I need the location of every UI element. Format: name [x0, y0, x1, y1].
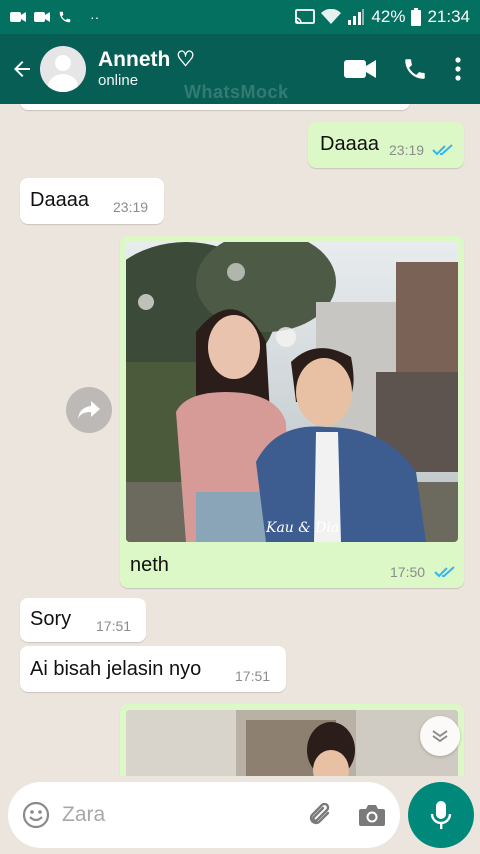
back-button[interactable]: [0, 34, 44, 104]
watermark: WhatsMock: [184, 82, 289, 102]
partial-message-bubble: [20, 104, 410, 110]
video-notification-icon: [10, 12, 26, 22]
read-ticks-icon: [432, 144, 453, 156]
mic-icon: [430, 801, 452, 829]
forward-button[interactable]: [66, 387, 112, 433]
photo-signature: Kau & Dia: [265, 520, 339, 536]
image-message-bubble[interactable]: Kau & Dia neth 17:50: [120, 236, 464, 588]
message-bubble-incoming[interactable]: Sory 17:51: [20, 598, 146, 642]
wifi-icon: [321, 9, 342, 24]
camera-icon[interactable]: [358, 803, 386, 827]
attach-icon[interactable]: [306, 800, 336, 830]
photo-image: [126, 710, 458, 776]
more-vert-icon[interactable]: [454, 57, 462, 81]
image-caption: neth: [130, 554, 169, 576]
message-text: Daaaa: [320, 133, 379, 155]
more-notifications-icon: ··: [90, 9, 100, 25]
cast-icon: [295, 9, 316, 24]
message-bubble-incoming[interactable]: Daaaa 23:19: [20, 178, 164, 224]
message-time: 17:50: [390, 564, 426, 580]
contact-name: Anneth ♡: [98, 48, 195, 71]
message-time: 23:19: [389, 142, 425, 158]
back-arrow-icon: [14, 61, 30, 77]
message-input[interactable]: Zara: [62, 803, 306, 827]
clock: 21:34: [427, 7, 470, 26]
phone-icon[interactable]: [402, 56, 428, 82]
message-time: 23:19: [113, 199, 149, 215]
photo-image: Kau & Dia: [126, 242, 458, 542]
message-bubble-incoming[interactable]: Ai bisah jelasin nyo 17:51: [20, 646, 286, 692]
battery-icon: [411, 8, 422, 26]
shared-photo[interactable]: Kau & Dia: [126, 242, 458, 542]
message-bubble-outgoing[interactable]: Daaaa 23:19: [308, 122, 464, 168]
signal-icon: [348, 9, 365, 25]
message-time: 17:51: [96, 618, 132, 634]
message-time: 17:51: [235, 668, 271, 684]
chat-area[interactable]: Daaaa 23:19 Daaaa 23:19 Kau & Dia neth 1…: [0, 104, 480, 776]
message-text: Daaaa: [30, 189, 89, 211]
message-text: Ai bisah jelasin nyo: [30, 658, 202, 680]
video-notification-icon: [34, 12, 50, 22]
read-ticks-icon: [434, 566, 455, 578]
image-message-bubble[interactable]: [120, 704, 464, 776]
message-text: Sory: [30, 608, 72, 630]
voice-message-button[interactable]: [408, 782, 474, 848]
message-input-bar[interactable]: Zara: [8, 782, 400, 848]
status-bar: ·· 42% 21:34: [0, 0, 480, 34]
emoji-icon[interactable]: [22, 801, 50, 829]
video-call-icon[interactable]: [344, 58, 376, 80]
forward-icon: [78, 401, 100, 419]
chevron-down-icon: [432, 730, 448, 743]
phone-notification-icon: [59, 11, 71, 23]
scroll-to-bottom-button[interactable]: [420, 716, 460, 756]
shared-photo[interactable]: [126, 710, 458, 776]
battery-percent: 42%: [371, 7, 406, 26]
avatar[interactable]: [40, 46, 86, 92]
